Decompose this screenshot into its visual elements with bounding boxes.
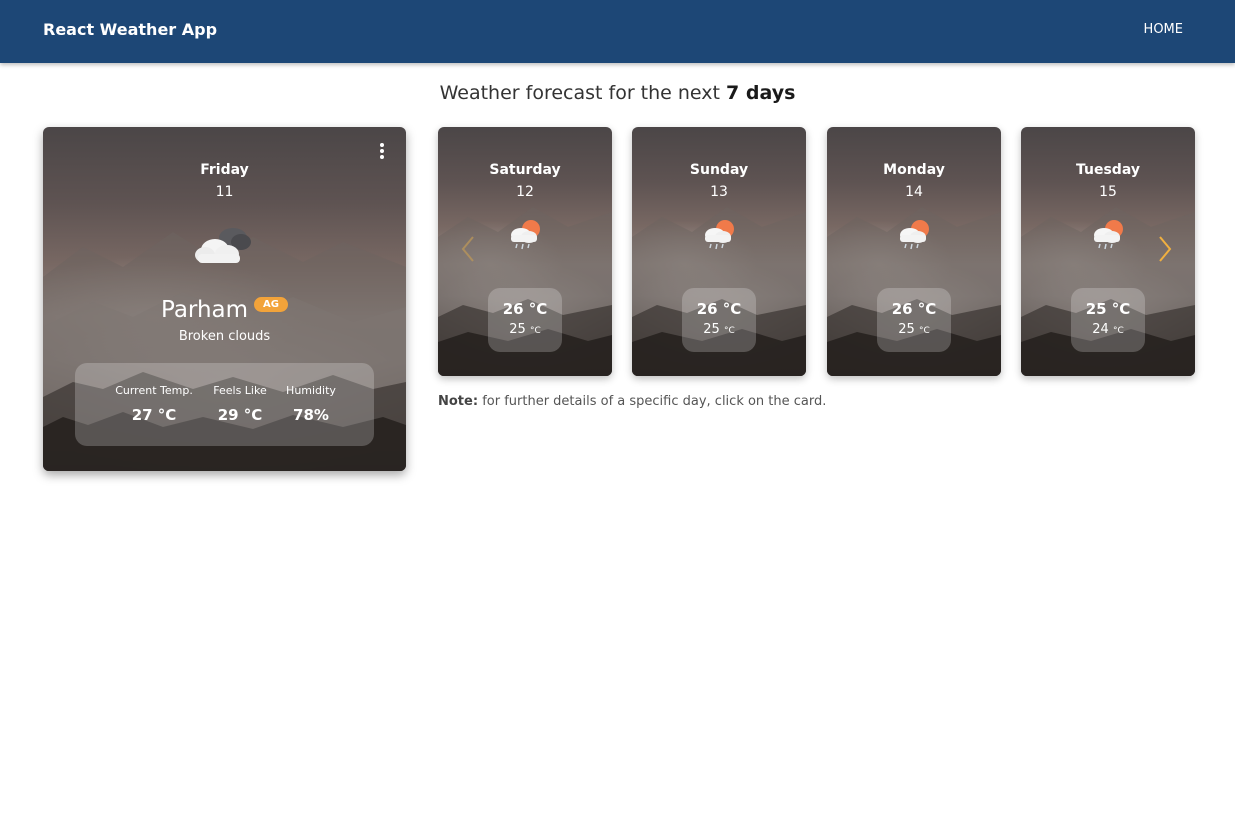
forecast-high: 26 °C [696,300,742,318]
forecast-low: 24 °C [1092,322,1124,337]
current-day: Friday [200,162,249,178]
forecast-card[interactable]: Monday 14 26 °C 25 °C [827,127,1001,376]
rain-sun-icon [705,220,734,250]
current-stats-panel: Current Temp. 27 °C Feels Like 29 °C Hum… [75,363,374,446]
stat-value: 29 °C [217,406,263,424]
stat-label: Current Temp. [115,384,193,397]
weather-description: Broken clouds [178,329,271,344]
forecast-temps: 25 °C 24 °C [1071,288,1145,352]
forecast-temps: 26 °C 25 °C [877,288,951,352]
forecast-high: 26 °C [502,300,548,318]
note-label: Note: [438,394,479,409]
current-weather-card[interactable]: Friday 11 Parham AG Broken clouds Current… [43,127,406,471]
stat-value: 27 °C [131,406,177,424]
note-body: for further details of a specific day, c… [482,394,827,409]
forecast-card[interactable]: Sunday 13 26 °C 25 °C [632,127,806,376]
forecast-day: Tuesday [1076,162,1140,178]
forecast-low: 25 °C [898,322,930,337]
current-date: 11 [215,184,234,200]
app-title[interactable]: React Weather App [43,20,217,39]
more-options-icon[interactable] [378,143,386,161]
forecast-date: 15 [1099,184,1117,200]
rain-sun-icon [900,220,929,250]
nav-home-link[interactable]: HOME [1144,22,1183,37]
forecast-low: 25 °C [509,322,541,337]
forecast-high: 26 °C [891,300,937,318]
page-heading: Weather forecast for the next 7 days [0,82,1235,104]
forecast-high: 25 °C [1085,300,1131,318]
forecast-day: Monday [883,162,945,178]
forecast-date: 14 [905,184,923,200]
broken-clouds-icon [195,228,251,263]
forecast-date: 13 [710,184,728,200]
stat-current-temp: Current Temp. 27 °C [105,384,203,424]
forecast-temps: 26 °C 25 °C [682,288,756,352]
heading-prefix: Weather forecast for the next [439,82,720,104]
forecast-day: Saturday [489,162,561,178]
forecast-temps: 26 °C 25 °C [488,288,562,352]
forecast-date: 12 [516,184,534,200]
chevron-left-icon[interactable] [460,234,476,264]
note-text: Note: for further details of a specific … [438,394,826,409]
stat-value: 78% [293,406,329,424]
rain-sun-icon [1094,220,1123,250]
stat-humidity: Humidity 78% [277,384,345,424]
city-block: Parham AG [43,297,406,323]
city-name: Parham [160,297,249,323]
navbar: React Weather App HOME [0,0,1235,63]
stat-label: Feels Like [213,384,267,397]
forecast-day: Sunday [689,162,749,178]
stat-feels-like: Feels Like 29 °C [203,384,277,424]
rain-sun-icon [511,220,540,250]
forecast-low: 25 °C [703,322,735,337]
heading-emphasis: 7 days [726,82,796,104]
stat-label: Humidity [286,384,336,397]
chevron-right-icon[interactable] [1157,234,1173,264]
country-badge: AG [254,297,288,312]
